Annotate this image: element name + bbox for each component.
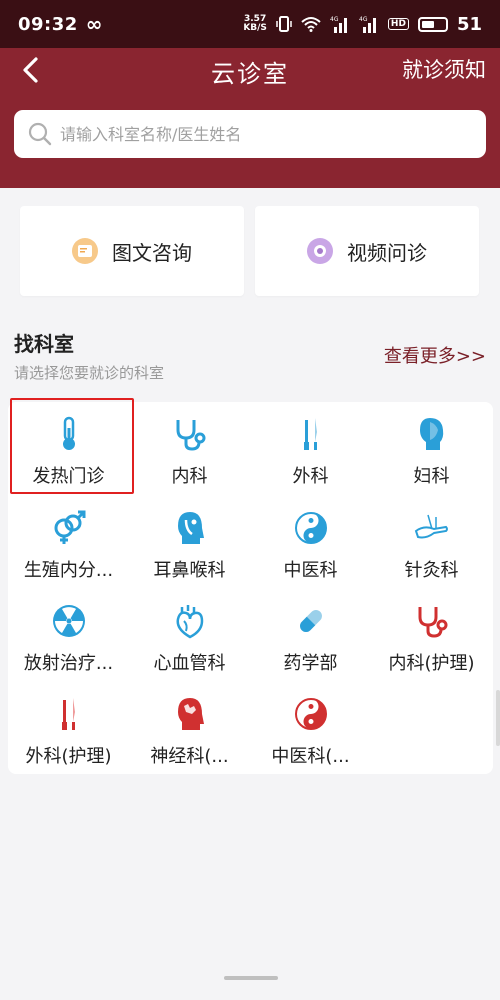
thermometer-icon <box>51 416 87 452</box>
pill-icon <box>293 603 329 639</box>
wifi-icon <box>301 17 321 32</box>
acupuncture-icon <box>414 510 450 546</box>
dept-surgery-nursing[interactable]: 外科(护理) <box>8 682 129 774</box>
video-consult-card[interactable]: 视频问诊 <box>255 206 479 296</box>
dept-label: 外科 <box>292 466 329 487</box>
dept-neurology[interactable]: 神经科(... <box>129 682 250 774</box>
dept-label: 内科(护理) <box>388 653 475 674</box>
dept-label: 药学部 <box>283 653 338 674</box>
dept-tcm-2[interactable]: 中医科(... <box>250 682 371 774</box>
radiation-icon <box>51 603 87 639</box>
gender-icon <box>51 510 87 546</box>
stethoscope-red-icon <box>414 603 450 639</box>
vibrate-icon <box>276 16 292 32</box>
dept-gynecology[interactable]: 妇科 <box>371 402 492 494</box>
status-time: 09:32 <box>18 13 78 35</box>
brain-head-icon <box>172 696 208 732</box>
search-box[interactable] <box>14 110 486 158</box>
dept-label: 生殖内分... <box>23 560 114 581</box>
ent-head-icon <box>172 510 208 546</box>
department-grid: 发热门诊 内科 外科 妇科 生殖内分... 耳鼻喉科 中医科 针灸科 放射治疗.… <box>8 402 493 774</box>
woman-head-icon <box>414 416 450 452</box>
dept-label: 妇科 <box>413 466 450 487</box>
signal-4g-icon-2: 4G <box>359 16 376 33</box>
dept-pharmacy[interactable]: 药学部 <box>250 589 371 681</box>
yin-yang-red-icon <box>293 696 329 732</box>
dept-label: 发热门诊 <box>32 466 105 487</box>
dept-ent[interactable]: 耳鼻喉科 <box>129 496 250 588</box>
scrollbar[interactable] <box>496 690 500 746</box>
yin-yang-icon <box>293 510 329 546</box>
visit-notice-link[interactable]: 就诊须知 <box>402 54 486 84</box>
search-icon <box>28 122 52 146</box>
dept-tcm[interactable]: 中医科 <box>250 496 371 588</box>
infinity-icon: ∞ <box>85 12 103 36</box>
network-speed: 3.57 KB/S <box>243 14 267 33</box>
image-text-icon <box>72 238 98 264</box>
scalpel-icon <box>293 416 329 452</box>
dept-label: 中医科 <box>283 560 338 581</box>
dept-label: 内科 <box>171 466 208 487</box>
stethoscope-icon <box>172 416 208 452</box>
signal-4g-icon: 4G <box>330 16 347 33</box>
dept-cardiovascular[interactable]: 心血管科 <box>129 589 250 681</box>
dept-radiotherapy[interactable]: 放射治疗... <box>8 589 129 681</box>
section-subtitle: 请选择您要就诊的科室 <box>14 364 165 382</box>
status-indicators: 3.57 KB/S 4G 4G HD 51 <box>243 14 482 35</box>
dept-acupuncture[interactable]: 针灸科 <box>371 496 492 588</box>
battery-icon <box>417 16 448 32</box>
dept-label: 外科(护理) <box>25 746 112 767</box>
dept-label: 耳鼻喉科 <box>153 560 226 581</box>
dept-label: 针灸科 <box>404 560 459 581</box>
search-input[interactable] <box>60 124 460 144</box>
dept-surgery[interactable]: 外科 <box>250 402 371 494</box>
dept-label: 神经科(... <box>150 746 229 767</box>
dept-label: 放射治疗... <box>23 653 114 674</box>
dept-internal-medicine[interactable]: 内科 <box>129 402 250 494</box>
video-consult-label: 视频问诊 <box>347 240 427 265</box>
dept-reproductive-endocrinology[interactable]: 生殖内分... <box>8 496 129 588</box>
dept-internal-nursing[interactable]: 内科(护理) <box>371 589 492 681</box>
video-camera-icon <box>307 238 333 264</box>
svg-text:4G: 4G <box>330 16 339 23</box>
dept-label: 中医科(... <box>271 746 350 767</box>
svg-text:4G: 4G <box>359 16 368 23</box>
view-more-link[interactable]: 查看更多>> <box>384 342 486 368</box>
dept-label: 心血管科 <box>153 653 226 674</box>
text-consult-label: 图文咨询 <box>112 240 192 265</box>
dept-fever-clinic[interactable]: 发热门诊 <box>8 402 129 494</box>
scalpel-red-icon <box>51 696 87 732</box>
section-title: 找科室 <box>14 332 74 356</box>
text-consult-card[interactable]: 图文咨询 <box>20 206 244 296</box>
heart-icon <box>172 603 208 639</box>
app-header: 云诊室 就诊须知 <box>0 48 500 188</box>
hd-icon: HD <box>387 18 409 30</box>
battery-level: 51 <box>456 13 482 35</box>
status-bar: 09:32 ∞ 3.57 KB/S 4G 4G HD 51 <box>0 0 500 48</box>
home-indicator[interactable] <box>224 976 278 980</box>
